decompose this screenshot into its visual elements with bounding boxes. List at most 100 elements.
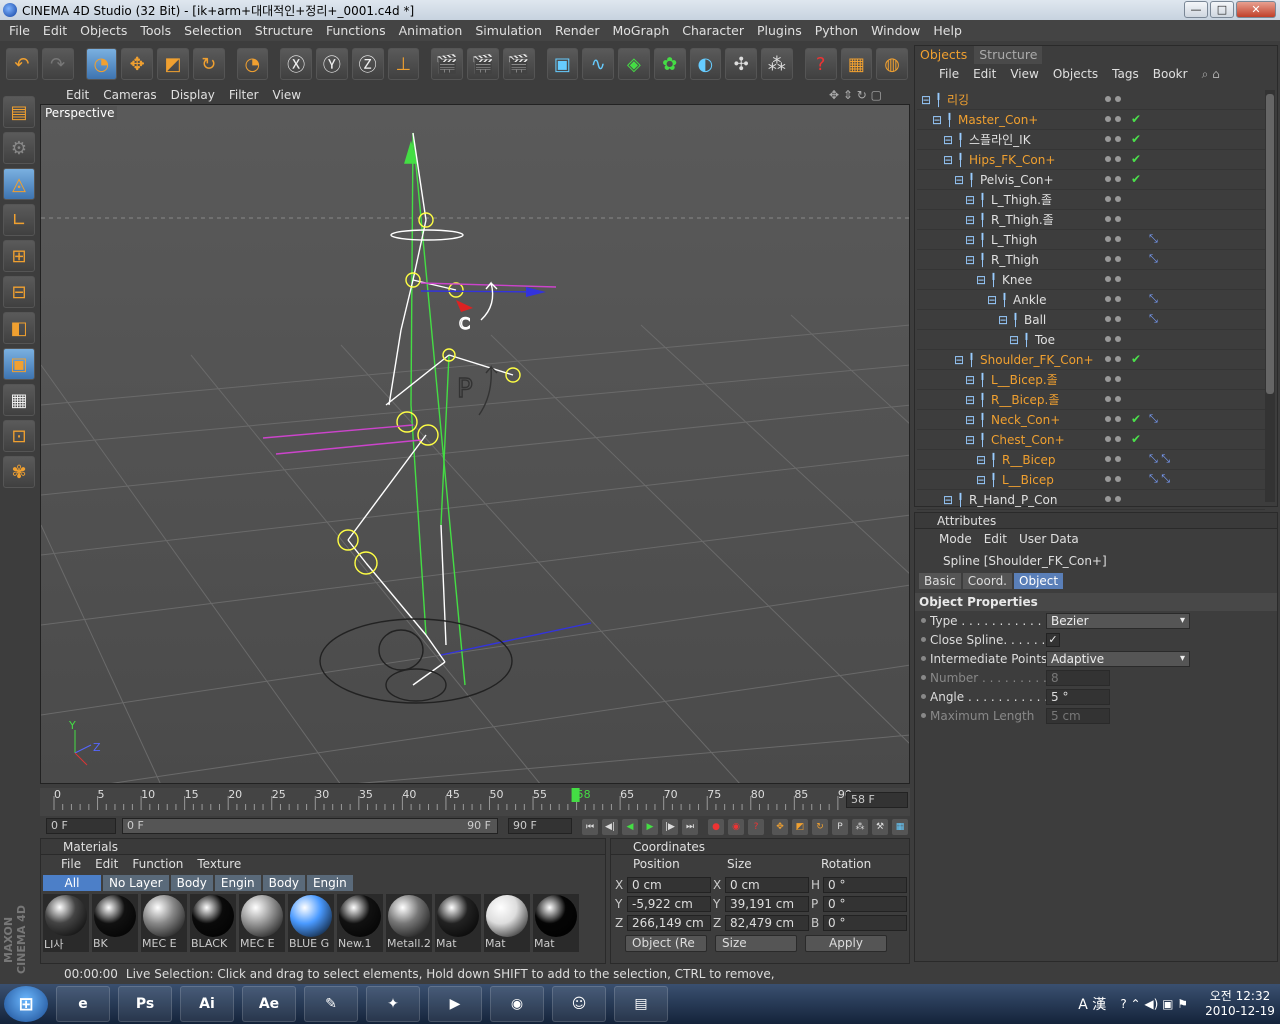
play-forward-icon[interactable]: ▶ [642,819,658,835]
rotation-h-field[interactable]: 0 ° [823,876,907,893]
visibility-dots[interactable] [1105,476,1121,482]
visibility-dots[interactable] [1105,496,1121,502]
polygons-mode-icon[interactable]: ◧ [3,312,35,344]
materials-menu-edit[interactable]: Edit [95,857,118,871]
material-swatch[interactable]: MEC E [141,894,187,952]
visibility-dots[interactable] [1105,216,1121,222]
render-view-icon[interactable]: 🎬 [431,48,463,80]
axis-mode-icon[interactable]: ⊡ [3,420,35,452]
material-tab-engin-2[interactable]: Engin [306,875,353,891]
help-icon[interactable]: ? [804,48,837,80]
rotate-icon[interactable]: ↻ [192,48,225,80]
visibility-dots[interactable] [1105,456,1121,462]
object-tree-row[interactable]: ⊟ ╿ L__Bicep ⤡ ⤡ [917,470,1265,490]
render-settings-icon[interactable]: 🎬 [502,48,535,80]
material-tab-body-2[interactable]: Body [262,875,305,891]
x-axis-icon[interactable]: Ⓧ [280,48,312,80]
points-mode-icon[interactable]: ⊞ [3,240,35,272]
material-tab-all[interactable]: All [43,875,101,891]
visibility-dots[interactable] [1105,296,1121,302]
object-tree-row[interactable]: ⊟ ╿ Ankle ⤡ [917,290,1265,310]
material-swatch[interactable]: MEC E [239,894,285,952]
anim-dot-icon[interactable] [921,618,926,623]
ik-tag-icon[interactable]: ⤡ [1149,292,1158,306]
material-swatch[interactable]: BLUE G [288,894,334,952]
menu-edit[interactable]: Edit [38,23,75,38]
next-key-icon[interactable]: |▶ [662,819,678,835]
edges-mode-icon[interactable]: ⊟ [3,276,35,308]
objects-menu-file[interactable]: File [939,67,959,81]
object-name[interactable]: Toe [1035,333,1055,347]
ik-tag-icon[interactable]: ⤡ ⤡ [1149,472,1170,486]
z-axis-icon[interactable]: Ⓩ [351,48,384,80]
enabled-check-icon[interactable]: ✔ [1131,352,1141,366]
object-name[interactable]: L_Thigh [991,233,1037,247]
object-name[interactable]: R__Bicep.졸 [991,391,1059,408]
timeline-ticks[interactable]: 0 5 10 15 20 25 30 35 40 45 50 55 58 65 70 75 80 85 90 [50,788,860,810]
visibility-dots[interactable] [1105,256,1121,262]
rotation-p-field[interactable]: 0 ° [823,895,907,912]
current-frame-field[interactable]: 58 F [846,792,908,808]
viewport-menu-view[interactable]: View [273,88,301,102]
object-tree-row[interactable]: ⊟ ╿ Ball ⤡ [917,310,1265,330]
object-tree-row[interactable]: ⊟ ╿ Neck_Con+ ✔ ⤡ [917,410,1265,430]
object-name[interactable]: Pelvis_Con+ [980,173,1054,187]
perspective-viewport[interactable]: P C Y Z Perspective [40,104,910,784]
object-name[interactable]: Chest_Con+ [991,433,1065,447]
materials-menu-file[interactable]: File [61,857,81,871]
object-tree-row[interactable]: ⊟ ╿ R_Hand_P_Con [917,490,1265,510]
object-name[interactable]: R_Thigh.졸 [991,211,1054,228]
visibility-dots[interactable] [1105,176,1121,182]
render-picture-viewer-icon[interactable]: 🎬 [467,48,499,80]
type-dropdown[interactable]: Bezier [1046,612,1190,629]
menu-objects[interactable]: Objects [75,23,135,38]
uv-mode-icon[interactable]: ▣ [3,348,35,380]
object-name[interactable]: L__Bicep [1002,473,1054,487]
taskbar-app-icon[interactable]: ✎ [304,986,358,1022]
attr-tab-basic[interactable]: Basic [919,573,961,589]
visibility-dots[interactable] [1105,356,1121,362]
object-tree-row[interactable]: ⊟ ╿ R_Thigh ⤡ [917,250,1265,270]
material-tab-body[interactable]: Body [170,875,213,891]
array-icon[interactable]: ✿ [653,48,686,80]
taskbar-app-icon[interactable]: ✦ [366,986,420,1022]
deformer-icon[interactable]: ◐ [689,48,722,80]
coord-size-dropdown[interactable]: Size [715,935,797,952]
object-tree-row[interactable]: ⊟ ╿ R_Thigh.졸 [917,210,1265,230]
size-x-field[interactable]: 0 cm [725,876,809,893]
object-name[interactable]: R_Thigh [991,253,1039,267]
cube-icon[interactable]: ▣ [546,48,579,80]
object-tree-row[interactable]: ⊟ ╿ Chest_Con+ ✔ [917,430,1265,450]
visibility-dots[interactable] [1105,396,1121,402]
object-name[interactable]: Ankle [1013,293,1046,307]
object-tree-row[interactable]: ⊟ ╿ L_Thigh.졸 [917,190,1265,210]
size-y-field[interactable]: 39,191 cm [725,895,809,912]
viewport-menu-display[interactable]: Display [171,88,215,102]
materials-menu-function[interactable]: Function [132,857,183,871]
enabled-check-icon[interactable]: ✔ [1131,132,1141,146]
menu-simulation[interactable]: Simulation [470,23,550,38]
goto-start-icon[interactable]: ⏮ [582,819,598,835]
object-tree-row[interactable]: ⊟ ╿ L__Bicep.졸 [917,370,1265,390]
anim-dot-icon[interactable] [921,656,926,661]
object-tree-row[interactable]: ⊟ ╿ 리깅 [917,90,1265,110]
object-name[interactable]: R__Bicep [1002,453,1056,467]
object-tree-row[interactable]: ⊟ ╿ Hips_FK_Con+ ✔ [917,150,1265,170]
object-name[interactable]: Hips_FK_Con+ [969,153,1055,167]
apply-button[interactable]: Apply [805,935,887,952]
start-button[interactable]: ⊞ [4,986,48,1022]
visibility-dots[interactable] [1105,196,1121,202]
angle-field[interactable]: 5 ° [1046,688,1110,705]
visibility-dots[interactable] [1105,236,1121,242]
position-y-field[interactable]: -5,922 cm [627,895,711,912]
prev-key-icon[interactable]: ◀| [602,819,618,835]
object-name[interactable]: L__Bicep.졸 [991,371,1058,388]
object-tree-row[interactable]: ⊟ ╿ R__Bicep ⤡ ⤡ [917,450,1265,470]
undo-icon[interactable]: ↶ [6,48,38,80]
object-tree-row[interactable]: ⊟ ╿ 스플라인_IK ✔ [917,130,1265,150]
visibility-dots[interactable] [1105,136,1121,142]
key-rotation-icon[interactable]: ↻ [812,819,828,835]
objects-menu-tags[interactable]: Tags [1112,67,1139,81]
key-scale-icon[interactable]: ◩ [792,819,808,835]
scale-icon[interactable]: ◩ [157,48,189,80]
